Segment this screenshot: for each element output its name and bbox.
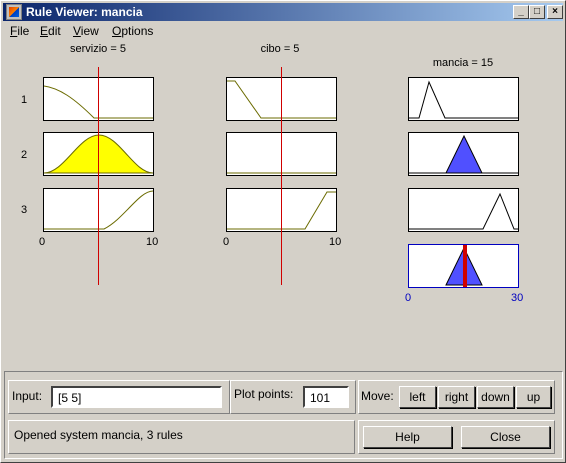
status-panel: Opened system mancia, 3 rules xyxy=(8,420,355,454)
mancia-axis-min: 0 xyxy=(405,292,412,304)
plot-points-label: Plot points: xyxy=(234,387,294,401)
window-title: Rule Viewer: mancia xyxy=(26,5,143,19)
cibo-title: cibo = 5 xyxy=(260,43,300,55)
move-label: Move: xyxy=(361,389,394,403)
rule-number: 2 xyxy=(21,149,28,161)
input-label: Input: xyxy=(12,389,43,403)
plot-points-panel: Plot points: 101 xyxy=(230,380,356,414)
close-button[interactable]: Close xyxy=(461,426,550,448)
input-panel: Input: [5 5] xyxy=(8,380,230,414)
mancia-rule1-plot xyxy=(408,77,519,121)
servizio-axis-min: 0 xyxy=(39,236,46,248)
menu-file[interactable]: File xyxy=(10,24,29,38)
cibo-axis-min: 0 xyxy=(223,236,230,248)
move-panel: Move: left right down up xyxy=(358,380,555,414)
mancia-rule3-plot xyxy=(408,188,519,232)
menu-edit[interactable]: Edit xyxy=(40,24,61,38)
mancia-title: mancia = 15 xyxy=(432,57,494,69)
matlab-icon xyxy=(6,4,22,20)
cibo-input-line[interactable] xyxy=(281,67,282,285)
help-button[interactable]: Help xyxy=(363,426,452,448)
move-up-button[interactable]: up xyxy=(516,386,551,408)
menu-options[interactable]: Options xyxy=(112,24,153,38)
title-bar: Rule Viewer: mancia _ □ × xyxy=(3,3,563,21)
status-text: Opened system mancia, 3 rules xyxy=(14,428,183,442)
servizio-title: servizio = 5 xyxy=(70,43,126,55)
servizio-axis-max: 10 xyxy=(146,236,159,248)
move-right-button[interactable]: right xyxy=(438,386,475,408)
move-down-button[interactable]: down xyxy=(477,386,514,408)
menu-bar: File Edit View Options xyxy=(3,22,563,40)
rule-viewer-window: Rule Viewer: mancia _ □ × File Edit View… xyxy=(0,0,566,463)
mancia-axis-max: 30 xyxy=(511,292,524,304)
rule-number: 1 xyxy=(21,94,28,106)
maximize-icon[interactable]: □ xyxy=(529,5,545,19)
menu-view[interactable]: View xyxy=(73,24,99,38)
move-left-button[interactable]: left xyxy=(399,386,436,408)
rule-number: 3 xyxy=(21,204,28,216)
input-field[interactable]: [5 5] xyxy=(51,386,222,408)
plot-points-field[interactable]: 101 xyxy=(303,386,349,408)
cibo-axis-max: 10 xyxy=(329,236,342,248)
minimize-icon[interactable]: _ xyxy=(513,5,529,19)
servizio-input-line[interactable] xyxy=(98,67,99,285)
mancia-rule2-plot xyxy=(408,132,519,176)
mancia-aggregate-plot xyxy=(408,244,519,288)
close-icon[interactable]: × xyxy=(547,5,563,19)
action-panel: Help Close xyxy=(358,420,555,454)
